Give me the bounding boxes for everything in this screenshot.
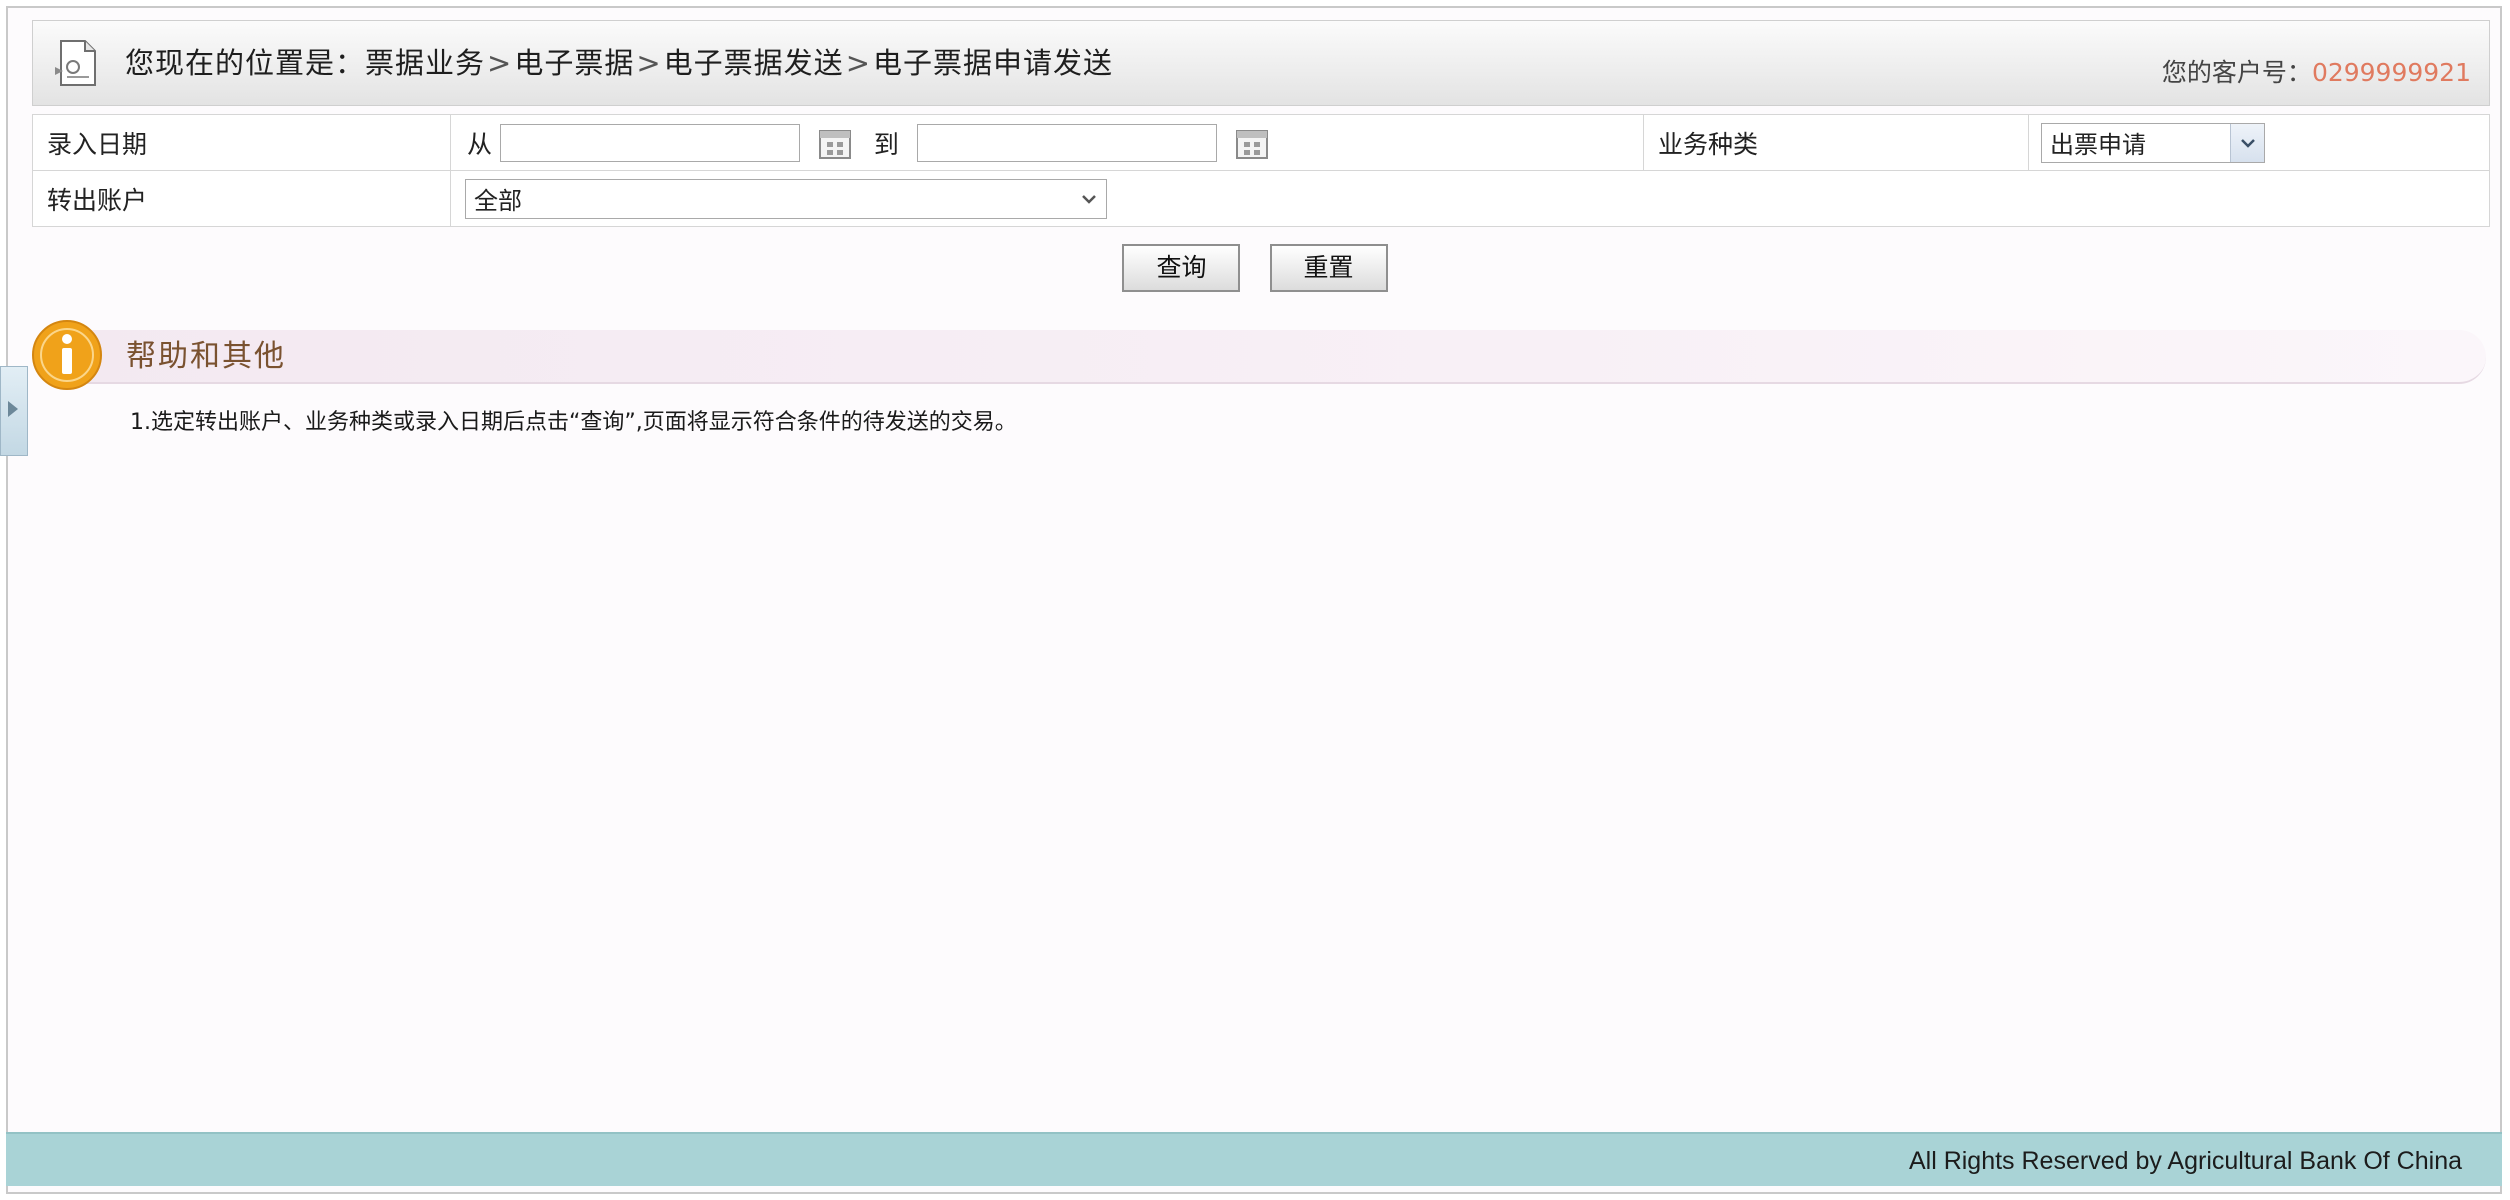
chevron-down-icon[interactable] (2230, 123, 2264, 162)
side-panel-toggle[interactable] (0, 366, 28, 456)
entry-date-range: 从 到 (450, 114, 1644, 171)
business-type-cell: 出票申请 (2028, 114, 2490, 171)
start-date-input[interactable] (499, 123, 800, 162)
form-actions: 查询 重置 (0, 244, 2510, 292)
footer-copyright: All Rights Reserved by Agricultural Bank… (1908, 1147, 2462, 1175)
customer-number-value: 0299999921 (2311, 58, 2471, 87)
breadcrumb-separator: > (845, 46, 871, 80)
breadcrumb-item-current: 电子票据申请发送 (873, 46, 1114, 80)
reset-button[interactable]: 重置 (1269, 244, 1388, 292)
to-label: 到 (873, 129, 899, 159)
business-type-value: 出票申请 (2050, 131, 2146, 159)
breadcrumb-item-bill-business[interactable]: 票据业务 (365, 46, 485, 80)
from-label: 从 (467, 129, 493, 159)
calendar-icon[interactable] (818, 126, 852, 160)
location-prefix: 您现在的位置是： (125, 46, 366, 80)
help-title: 帮助和其他 (126, 339, 286, 374)
location-bar: 您现在的位置是：票据业务>电子票据>电子票据发送>电子票据申请发送 您的客户号：… (32, 20, 2490, 106)
out-account-select[interactable]: 全部 (465, 178, 1107, 219)
breadcrumb-item-e-bill-send[interactable]: 电子票据发送 (664, 46, 844, 80)
breadcrumb-separator: > (487, 46, 513, 80)
calendar-icon[interactable] (1235, 126, 1269, 160)
document-icon (55, 40, 96, 86)
breadcrumb-separator: > (636, 46, 662, 80)
customer-number-label: 您的客户号： (2161, 58, 2312, 87)
entry-date-label: 录入日期 (32, 114, 451, 171)
help-text: 1.选定转出账户、业务种类或录入日期后点击“查询”,页面将显示符合条件的待发送的… (130, 410, 1017, 435)
footer: All Rights Reserved by Agricultural Bank… (6, 1132, 2502, 1186)
chevron-down-icon[interactable] (1072, 179, 1106, 218)
query-form: 录入日期 从 到 业务种类 出票申请 转出账户 全部 (32, 114, 2490, 227)
info-icon (32, 320, 102, 390)
out-account-cell: 全部 (450, 170, 2490, 227)
customer-number: 您的客户号：0299999921 (2162, 55, 2471, 91)
breadcrumb: 您现在的位置是：票据业务>电子票据>电子票据发送>电子票据申请发送 (125, 43, 1113, 83)
out-account-label: 转出账户 (32, 170, 451, 227)
business-type-select[interactable]: 出票申请 (2041, 122, 2265, 163)
business-type-label: 业务种类 (1643, 114, 2029, 171)
chevron-right-icon (8, 401, 18, 417)
help-section-header: 帮助和其他 (62, 330, 2486, 384)
end-date-input[interactable] (916, 123, 1217, 162)
query-button[interactable]: 查询 (1122, 244, 1241, 292)
out-account-value: 全部 (474, 187, 522, 215)
breadcrumb-item-e-bill[interactable]: 电子票据 (514, 46, 634, 80)
